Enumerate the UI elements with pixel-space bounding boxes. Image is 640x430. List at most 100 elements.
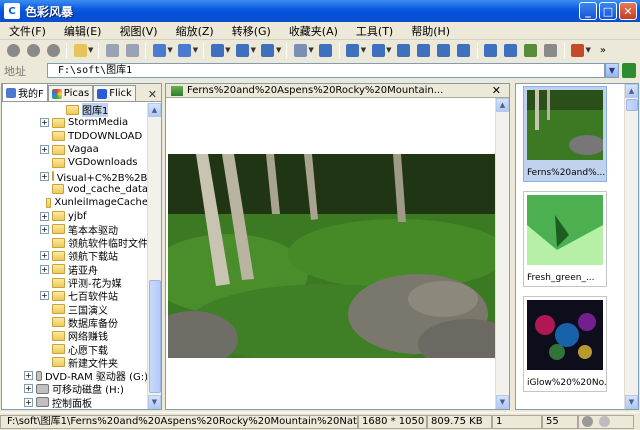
scroll-down-button[interactable]: ▼ (625, 395, 638, 409)
actual-size-button[interactable] (415, 42, 433, 58)
menu-help[interactable]: 帮助(H) (402, 23, 459, 39)
tree-node[interactable]: + DVD-RAM 驱动器 (G:) (2, 369, 148, 383)
tree-node[interactable]: 心愿下载 (2, 342, 148, 357)
tree-node[interactable]: + 七百软件站 (2, 289, 148, 303)
scroll-up-button[interactable]: ▲ (625, 84, 638, 98)
batch-button[interactable] (234, 42, 252, 58)
menu-edit[interactable]: 编辑(E) (55, 23, 111, 39)
chevron-down-icon[interactable]: ▼ (225, 46, 230, 54)
tree-node[interactable]: XunleiImageCache (2, 196, 148, 209)
close-icon[interactable]: ✕ (492, 84, 509, 97)
viewer-scrollbar[interactable]: ▲ ▼ (495, 98, 509, 409)
toolbar-chevron-button[interactable]: » (594, 42, 612, 58)
scroll-down-button[interactable]: ▼ (148, 395, 161, 409)
print-button[interactable] (291, 42, 309, 58)
expand-toggle[interactable]: + (24, 384, 33, 394)
photo-ferns-aspens[interactable] (168, 154, 495, 358)
chevron-down-icon[interactable]: ▼ (193, 46, 198, 54)
tree-node[interactable]: + yjbf (2, 209, 148, 222)
address-input[interactable]: F:\soft\图库1 (47, 63, 605, 78)
scrollbar-thumb[interactable] (626, 99, 638, 111)
filter-button[interactable] (259, 42, 277, 58)
expand-toggle[interactable]: + (40, 264, 49, 274)
thumbnail-scrollbar[interactable]: ▲ ▼ (624, 84, 638, 409)
chevron-down-icon[interactable]: ▼ (276, 46, 281, 54)
folder-tree-scrollbar[interactable]: ▲ ▼ (147, 103, 161, 409)
tree-node[interactable]: + 控制面板 (2, 396, 148, 409)
thumbnail-item[interactable]: Fresh_green_... (523, 191, 607, 287)
expand-toggle[interactable]: + (24, 397, 33, 407)
close-icon[interactable]: ✕ (144, 88, 161, 101)
menu-favorites[interactable]: 收藏夹(A) (280, 23, 347, 39)
tree-node[interactable]: 领航软件临时文件 (2, 236, 148, 250)
expand-toggle[interactable]: + (40, 171, 49, 181)
tree-node[interactable]: TDDOWNLOAD (2, 130, 148, 143)
tree-node[interactable]: 新建文件夹 (2, 356, 148, 370)
back-button[interactable] (4, 42, 22, 58)
tree-node[interactable]: vod_cache_data (2, 183, 148, 196)
settings-button[interactable] (542, 42, 560, 58)
expand-toggle[interactable]: + (40, 118, 49, 128)
menu-view[interactable]: 视图(V) (110, 23, 166, 39)
tree-node[interactable]: 数据库备份 (2, 316, 148, 330)
menu-file[interactable]: 文件(F) (0, 23, 55, 39)
tree-node[interactable]: + StormMedia (2, 116, 148, 129)
grid-view-button[interactable] (176, 42, 194, 58)
fit-height-button[interactable] (455, 42, 473, 58)
zoom-in-button[interactable] (369, 42, 387, 58)
up-button[interactable] (44, 42, 62, 58)
tree-node[interactable]: + 笔本本驱动 (2, 223, 148, 237)
chevron-down-icon[interactable]: ▼ (308, 46, 313, 54)
tab-flickr[interactable]: Flick (93, 85, 136, 101)
tree-node[interactable]: + 可移动磁盘 (H:) (2, 382, 148, 396)
favorites-button[interactable] (71, 42, 89, 58)
view-mode-button[interactable] (150, 42, 168, 58)
chevron-down-icon[interactable]: ▼ (361, 46, 366, 54)
chevron-down-icon[interactable]: ▼ (586, 46, 591, 54)
rotate-left-button[interactable] (482, 42, 500, 58)
expand-toggle[interactable]: + (40, 145, 49, 155)
chevron-down-icon[interactable]: ▼ (251, 46, 256, 54)
chevron-down-icon[interactable]: ▼ (386, 46, 391, 54)
tree-node[interactable]: VGDownloads (2, 156, 148, 169)
fit-window-button[interactable] (395, 42, 413, 58)
close-button[interactable]: ✕ (619, 2, 637, 20)
maximize-button[interactable]: □ (599, 2, 617, 20)
tree-node[interactable]: 三国演义 (2, 302, 148, 317)
tree-node[interactable]: + Vagaa (2, 143, 148, 156)
expand-toggle[interactable]: + (40, 251, 49, 261)
paint-button[interactable] (569, 42, 587, 58)
tree-node[interactable]: + 诺亚舟 (2, 263, 148, 277)
open-button[interactable] (103, 42, 121, 58)
chevron-down-icon[interactable]: ▼ (88, 46, 93, 54)
tree-node[interactable]: + 领航下载站 (2, 249, 148, 263)
tree-node[interactable]: 网络赚钱 (2, 329, 148, 343)
slideshow-button[interactable] (208, 42, 226, 58)
tree-node[interactable]: 评测-花为媒 (2, 276, 148, 290)
scroll-up-button[interactable]: ▲ (496, 98, 509, 112)
rotate-right-button[interactable] (502, 42, 520, 58)
expand-toggle[interactable]: + (24, 371, 33, 381)
scrollbar-thumb[interactable] (149, 280, 161, 393)
expand-toggle[interactable]: + (40, 224, 49, 234)
copy-button[interactable] (123, 42, 141, 58)
scroll-down-button[interactable]: ▼ (496, 395, 509, 409)
expand-toggle[interactable]: + (40, 211, 49, 221)
tree-node[interactable]: + Visual+C%2B%2B程序 (2, 169, 148, 184)
menu-tools[interactable]: 工具(T) (347, 23, 402, 39)
forward-button[interactable] (24, 42, 42, 58)
go-button[interactable] (622, 63, 636, 78)
thumbnail-item[interactable]: iGlow%20%20No... (523, 296, 607, 392)
expand-toggle[interactable]: + (40, 291, 49, 301)
scroll-up-button[interactable]: ▲ (148, 103, 161, 117)
wallpaper-button[interactable] (522, 42, 540, 58)
fit-width-button[interactable] (435, 42, 453, 58)
tab-my-computer[interactable]: 我的F (2, 83, 48, 101)
chevron-down-icon[interactable]: ▼ (167, 46, 172, 54)
address-dropdown-button[interactable]: ▼ (605, 63, 619, 78)
fullscreen-button[interactable] (317, 42, 335, 58)
tab-picasa[interactable]: Picas (47, 85, 94, 101)
tree-node[interactable]: 图库1 (2, 103, 148, 118)
thumbnail-item[interactable]: Ferns%20and%... (523, 86, 607, 182)
menu-zoom[interactable]: 缩放(Z) (167, 23, 223, 39)
